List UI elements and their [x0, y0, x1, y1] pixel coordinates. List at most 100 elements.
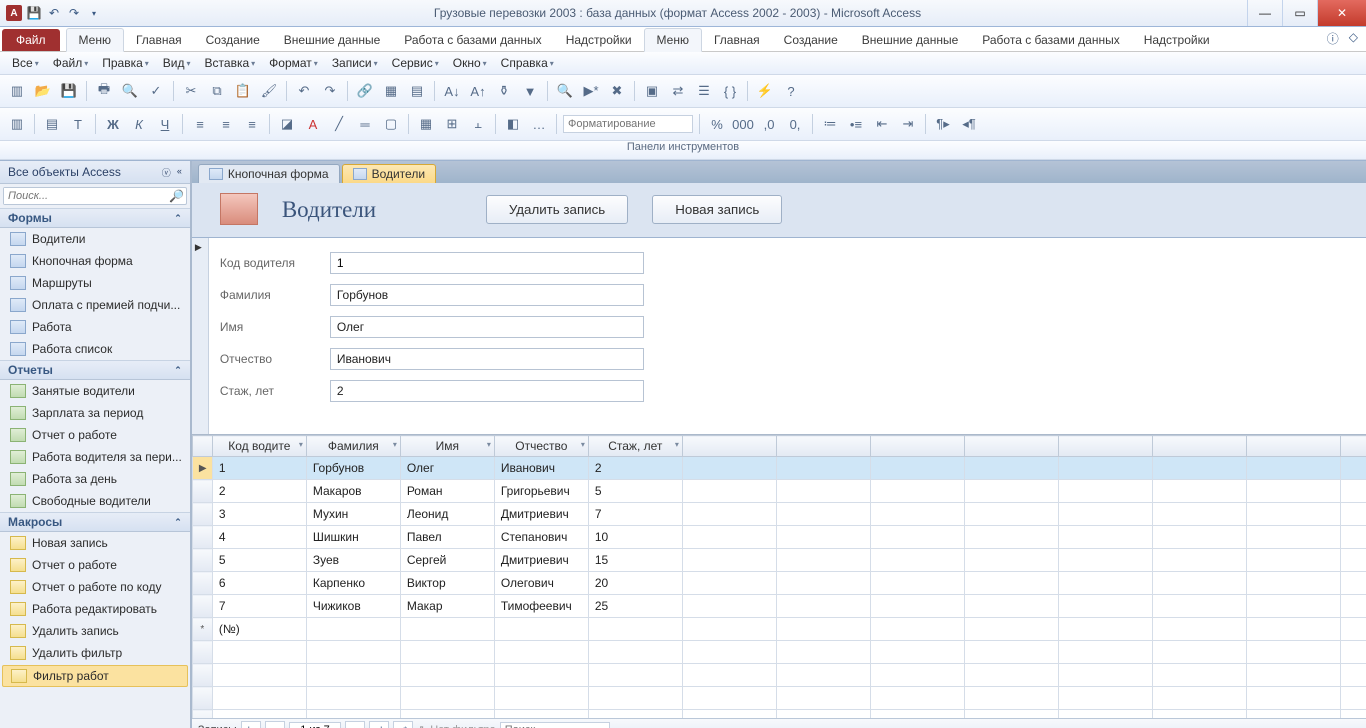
align-icon[interactable]: ⫠	[467, 113, 489, 135]
nav-item[interactable]: Свободные водители	[0, 490, 190, 512]
column-header-empty[interactable]	[870, 436, 964, 457]
cell-empty[interactable]	[1340, 710, 1366, 719]
chevron-down-icon[interactable]: ⓥ«	[162, 166, 182, 179]
formatting-combo[interactable]	[563, 115, 693, 133]
cell-empty[interactable]	[964, 618, 1058, 641]
menu-Формат[interactable]: Формат▾	[263, 54, 324, 72]
cell-empty[interactable]	[1152, 549, 1246, 572]
cell[interactable]: Павел	[400, 526, 494, 549]
cell[interactable]: Иванович	[494, 457, 588, 480]
cell-empty[interactable]	[964, 687, 1058, 710]
cell-empty[interactable]	[1058, 503, 1152, 526]
cell[interactable]: 20	[588, 572, 682, 595]
maximize-button[interactable]: ▭	[1282, 0, 1317, 26]
cell-empty[interactable]	[870, 503, 964, 526]
nav-item[interactable]: Занятые водители	[0, 380, 190, 402]
cell[interactable]: Макар	[400, 595, 494, 618]
cell[interactable]: Сергей	[400, 549, 494, 572]
cell-empty[interactable]	[1246, 503, 1340, 526]
cell[interactable]: Олегович	[494, 572, 588, 595]
cell-empty[interactable]	[1152, 595, 1246, 618]
numbering-icon[interactable]: ≔	[819, 113, 841, 135]
cell-empty[interactable]	[870, 664, 964, 687]
cell-empty[interactable]	[682, 526, 776, 549]
grid-icon[interactable]: ▦	[415, 113, 437, 135]
cell-empty[interactable]	[1340, 549, 1366, 572]
cell-empty[interactable]	[1246, 526, 1340, 549]
field-input[interactable]	[330, 284, 644, 306]
nav-group-Формы[interactable]: Формы⌃	[0, 208, 190, 228]
qat-customize-icon[interactable]: ▾	[86, 5, 102, 21]
new-icon[interactable]: ▥	[6, 80, 28, 102]
cell-empty[interactable]	[1152, 503, 1246, 526]
inc-indent-icon[interactable]: ⇥	[897, 113, 919, 135]
thousands-icon[interactable]: 000	[732, 113, 754, 135]
cell-empty[interactable]	[964, 480, 1058, 503]
prev-record-button[interactable]: ◂	[265, 721, 285, 728]
ribbon-tab[interactable]: Создание	[772, 29, 850, 51]
cell-empty[interactable]	[870, 526, 964, 549]
cell-empty[interactable]	[1152, 618, 1246, 641]
next-record-button[interactable]: ▸	[345, 721, 365, 728]
autoform-icon[interactable]: ◧	[502, 113, 524, 135]
cell-empty[interactable]	[776, 641, 870, 664]
app-icon[interactable]: A	[6, 5, 22, 21]
cell[interactable]: Тимофеевич	[494, 595, 588, 618]
cell-empty[interactable]	[1246, 687, 1340, 710]
cell-empty[interactable]	[682, 572, 776, 595]
cell[interactable]: 25	[588, 595, 682, 618]
ribbon-tab[interactable]: Надстройки	[1132, 29, 1222, 51]
nav-item[interactable]: Отчет о работе	[0, 554, 190, 576]
cell-empty[interactable]	[1152, 664, 1246, 687]
row-selector[interactable]	[192, 526, 212, 549]
cell-empty[interactable]	[776, 480, 870, 503]
menu-Все[interactable]: Все▾	[6, 54, 45, 72]
row-selector[interactable]: ▶	[192, 457, 212, 480]
italic-icon[interactable]: К	[128, 113, 150, 135]
row-selector[interactable]	[192, 595, 212, 618]
cell-empty[interactable]	[682, 641, 776, 664]
nav-item[interactable]: Работа водителя за пери...	[0, 446, 190, 468]
cell-empty[interactable]	[1058, 595, 1152, 618]
record-selector[interactable]	[192, 238, 209, 434]
column-header[interactable]: Стаж, лет▾	[588, 436, 682, 457]
document-tab[interactable]: Водители	[342, 164, 436, 183]
close-button[interactable]: ✕	[1317, 0, 1366, 26]
cell-empty[interactable]	[1152, 572, 1246, 595]
cell-empty[interactable]	[1246, 549, 1340, 572]
align-right-icon[interactable]: ≡	[241, 113, 263, 135]
cell[interactable]: 6	[212, 572, 306, 595]
cell-empty[interactable]	[400, 618, 494, 641]
cell-empty[interactable]	[1340, 526, 1366, 549]
cell-empty[interactable]	[1340, 618, 1366, 641]
cell-empty[interactable]	[870, 457, 964, 480]
cell[interactable]: 7	[212, 595, 306, 618]
align-left-icon[interactable]: ≡	[189, 113, 211, 135]
spell-icon[interactable]: ✓	[145, 80, 167, 102]
cell[interactable]: Леонид	[400, 503, 494, 526]
sort-asc-icon[interactable]: A↓	[441, 80, 463, 102]
menu-Файл[interactable]: Файл▾	[47, 54, 95, 72]
cell[interactable]: Зуев	[306, 549, 400, 572]
filter-indicator[interactable]: ⚱Нет фильтра	[417, 724, 496, 728]
cell-empty[interactable]	[212, 641, 306, 664]
cell-empty[interactable]	[776, 710, 870, 719]
cell-empty[interactable]	[494, 664, 588, 687]
fill-color-icon[interactable]: ◪	[276, 113, 298, 135]
cell-empty[interactable]	[494, 618, 588, 641]
cell-empty[interactable]	[682, 687, 776, 710]
autoformat-icon[interactable]: ⚡	[754, 80, 776, 102]
cell-empty[interactable]	[682, 618, 776, 641]
cell[interactable]: Горбунов	[306, 457, 400, 480]
properties-icon[interactable]: ☰	[693, 80, 715, 102]
delete-record-icon[interactable]: ✖	[606, 80, 628, 102]
row-selector-empty[interactable]	[192, 710, 212, 719]
nav-item[interactable]: Водители	[0, 228, 190, 250]
cell[interactable]: 10	[588, 526, 682, 549]
column-header-empty[interactable]	[1246, 436, 1340, 457]
ribbon-tab-Меню[interactable]: Меню	[66, 28, 124, 52]
column-header-empty[interactable]	[682, 436, 776, 457]
column-header-empty[interactable]	[1152, 436, 1246, 457]
ribbon-tab-Внешние данные[interactable]: Внешние данные	[272, 29, 393, 51]
column-header-empty[interactable]	[776, 436, 870, 457]
